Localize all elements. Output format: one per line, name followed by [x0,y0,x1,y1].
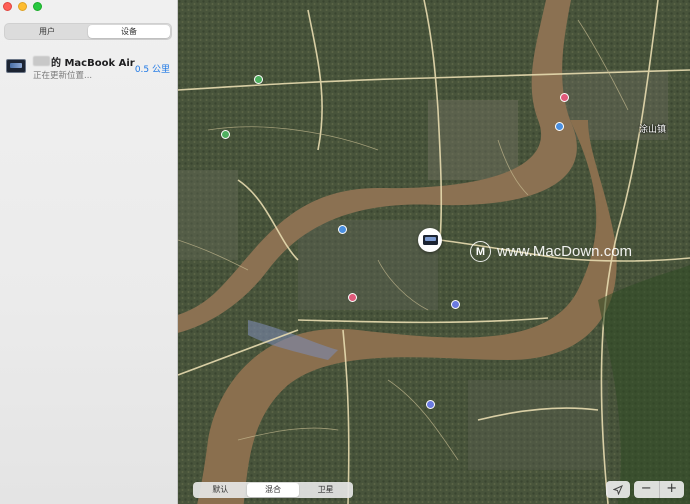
poi-marker-icon[interactable] [338,225,347,234]
tab-people[interactable]: 用户 [6,25,88,38]
device-location-pin[interactable] [418,228,442,252]
poi-marker-icon[interactable] [555,122,564,131]
poi-marker-icon[interactable] [426,400,435,409]
sidebar: 用户 设备 的 MacBook Air 正在更新位置... 0.5 公里 [0,0,178,504]
poi-marker-icon[interactable] [560,93,569,102]
poi-marker-icon[interactable] [221,130,230,139]
satellite-map[interactable]: 涂山镇 M www.MacDown.com [178,0,690,504]
map-type-hybrid[interactable]: 混合 [246,483,300,497]
redacted-owner-name [33,56,50,66]
device-list-item[interactable]: 的 MacBook Air 正在更新位置... 0.5 公里 [4,54,176,84]
poi-marker-icon[interactable] [451,300,460,309]
zoom-in-button[interactable]: + [660,481,685,498]
poi-marker-icon[interactable] [254,75,263,84]
town-label: 涂山镇 [639,125,667,135]
macbook-icon [422,235,438,245]
watermark-logo-icon: M [470,241,491,262]
window-controls [3,2,42,11]
people-devices-segmented-control: 用户 设备 [4,23,172,40]
map-type-satellite[interactable]: 卫星 [299,483,352,497]
device-name: 的 MacBook Air [51,58,135,69]
watermark: M www.MacDown.com [470,241,632,262]
zoom-control: − + [634,481,684,498]
close-button[interactable] [3,2,12,11]
device-distance: 0.5 公里 [134,65,170,75]
map-type-segmented-control: 默认 混合 卫星 [193,482,353,498]
zoom-out-button[interactable]: − [634,481,660,498]
tab-devices[interactable]: 设备 [88,25,170,38]
map-type-standard[interactable]: 默认 [194,483,247,497]
minimize-button[interactable] [18,2,27,11]
poi-marker-icon[interactable] [348,293,357,302]
zoom-button[interactable] [33,2,42,11]
device-status: 正在更新位置... [33,71,93,81]
current-location-button[interactable] [606,481,630,498]
location-arrow-icon [613,484,623,495]
macbook-icon [6,59,26,73]
watermark-text: www.MacDown.com [497,243,633,260]
